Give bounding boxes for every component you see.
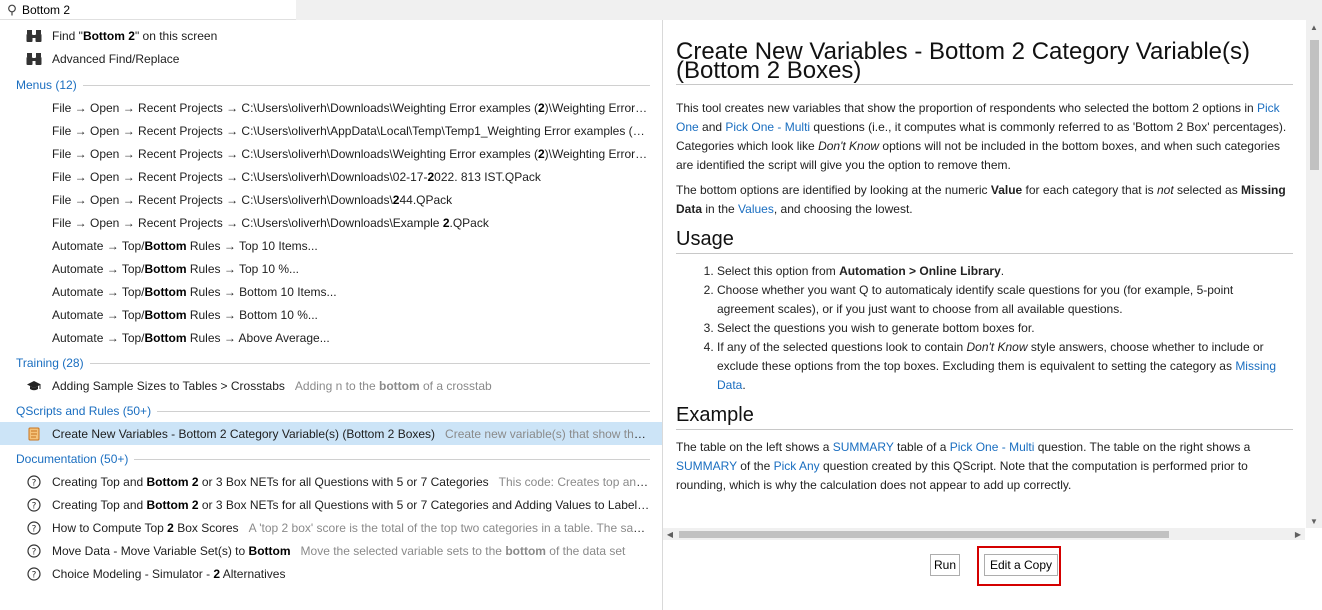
item-label-suffix: " on this screen [134,28,218,43]
menu-item[interactable]: File → Open → Recent Projects → C:\Users… [0,165,662,188]
doc-paragraph: The table on the left shows a SUMMARY ta… [676,440,1251,492]
doc-heading-usage: Usage [676,227,1293,254]
preview-panel: Create New Variables - Bottom 2 Category… [663,20,1322,610]
menu-item[interactable]: Automate → Top/Bottom Rules → Top 10 Ite… [0,234,662,257]
section-header-qscripts: QScripts and Rules (50+) [16,403,650,419]
section-title: Menus (12) [16,78,77,92]
scroll-thumb[interactable] [679,531,1169,538]
section-divider [134,458,650,460]
section-divider [82,84,650,86]
menu-item[interactable]: File → Open → Recent Projects → C:\Users… [0,119,662,142]
item-description: Move the selected variable sets to the b… [300,543,626,558]
scroll-icon [24,424,44,444]
run-button[interactable]: Run [930,554,960,576]
doc-paragraph: The bottom options are identified by loo… [676,183,1286,216]
menu-item[interactable]: File → Open → Recent Projects → C:\Users… [0,188,662,211]
help-icon: ? [24,541,44,561]
results-panel: Find "Bottom 2" on this screen Advanced … [0,20,663,610]
item-description: Adding n to the bottom of a crosstab [294,378,492,393]
help-icon: ? [24,518,44,538]
scroll-left-icon[interactable]: ◀ [663,528,677,540]
section-divider [157,410,650,412]
svg-text:?: ? [32,570,37,580]
qscript-item-selected[interactable]: Create New Variables - Bottom 2 Category… [0,422,662,445]
scroll-down-icon[interactable]: ▼ [1306,514,1322,528]
doc-paragraph: This tool creates new variables that sho… [676,101,1287,172]
item-label: Find " [52,28,83,43]
scroll-thumb[interactable] [1310,40,1319,170]
edit-a-copy-button[interactable]: Edit a Copy [984,554,1058,576]
doc-item[interactable]: ? Creating Top and Bottom 2 or 3 Box NET… [0,493,662,516]
item-description: Create new variable(s) that show the p..… [445,426,650,441]
section-title: Training (28) [16,356,84,370]
search-input[interactable] [20,2,282,17]
doc-link[interactable]: Values [738,202,774,216]
menu-item[interactable]: Automate → Top/Bottom Rules → Bottom 10 … [0,303,662,326]
scroll-up-icon[interactable]: ▲ [1306,20,1322,34]
scroll-right-icon[interactable]: ▶ [1291,528,1305,540]
help-icon: ? [24,495,44,515]
doc-heading-example: Example [676,403,1293,430]
usage-step: Select this option from Automation > Onl… [717,262,1293,281]
item-label: Advanced Find/Replace [52,51,180,66]
section-header-documentation: Documentation (50+) [16,451,650,467]
doc-link[interactable]: SUMMARY [833,440,894,454]
doc-link[interactable]: Pick Any [774,459,820,473]
section-header-menus: Menus (12) [16,77,650,93]
binoculars-icon [24,26,44,46]
section-title: Documentation (50+) [16,452,129,466]
doc-item[interactable]: ? Choice Modeling - Simulator - 2 Altern… [0,562,662,585]
doc-link[interactable]: SUMMARY [676,459,737,473]
binoculars-icon [24,49,44,69]
help-icon: ? [24,564,44,584]
section-divider [89,362,650,364]
menu-item[interactable]: Automate → Top/Bottom Rules → Bottom 10 … [0,280,662,303]
item-description: This code: Creates top and b... [498,474,650,489]
item-label: Create New Variables - Bottom 2 Category… [52,426,436,441]
section-header-training: Training (28) [16,355,650,371]
usage-step: If any of the selected questions look to… [717,338,1293,395]
search-box[interactable] [0,0,296,20]
vertical-scrollbar[interactable]: ▲ ▼ [1306,20,1322,528]
menu-item[interactable]: Automate → Top/Bottom Rules → Top 10 %..… [0,257,662,280]
menu-item[interactable]: File → Open → Recent Projects → C:\Users… [0,142,662,165]
svg-text:?: ? [32,478,37,488]
svg-text:?: ? [32,547,37,557]
search-bar [0,0,1322,20]
help-icon: ? [24,472,44,492]
doc-item[interactable]: ? Move Data - Move Variable Set(s) to Bo… [0,539,662,562]
doc-viewer[interactable]: Create New Variables - Bottom 2 Category… [663,20,1305,528]
graduation-cap-icon [24,376,44,396]
item-label: Adding Sample Sizes to Tables > Crosstab… [52,378,285,393]
search-icon [4,4,20,16]
item-description: A 'top 2 box' score is the total of the … [248,520,650,535]
doc-title: Create New Variables - Bottom 2 Category… [676,40,1293,85]
usage-step: Choose whether you want Q to automatical… [717,281,1293,319]
menu-item[interactable]: File → Open → Recent Projects → C:\Users… [0,211,662,234]
usage-list: Select this option from Automation > Onl… [676,262,1293,395]
advanced-find-item[interactable]: Advanced Find/Replace [0,47,662,70]
doc-link[interactable]: Pick One - Multi [725,120,810,134]
section-title: QScripts and Rules (50+) [16,404,152,418]
find-on-screen-item[interactable]: Find "Bottom 2" on this screen [0,24,662,47]
training-item[interactable]: Adding Sample Sizes to Tables > Crosstab… [0,374,662,397]
menu-item[interactable]: File → Open → Recent Projects → C:\Users… [0,96,662,119]
usage-step: Select the questions you wish to generat… [717,319,1293,338]
svg-text:?: ? [32,501,37,511]
doc-item[interactable]: ? Creating Top and Bottom 2 or 3 Box NET… [0,470,662,493]
horizontal-scrollbar[interactable]: ◀ ▶ [663,528,1305,540]
doc-link[interactable]: Pick One - Multi [950,440,1035,454]
svg-text:?: ? [32,524,37,534]
doc-item[interactable]: ? How to Compute Top 2 Box Scores A 'top … [0,516,662,539]
item-label-highlight: Bottom 2 [82,28,135,43]
menu-item[interactable]: Automate → Top/Bottom Rules → Above Aver… [0,326,662,349]
